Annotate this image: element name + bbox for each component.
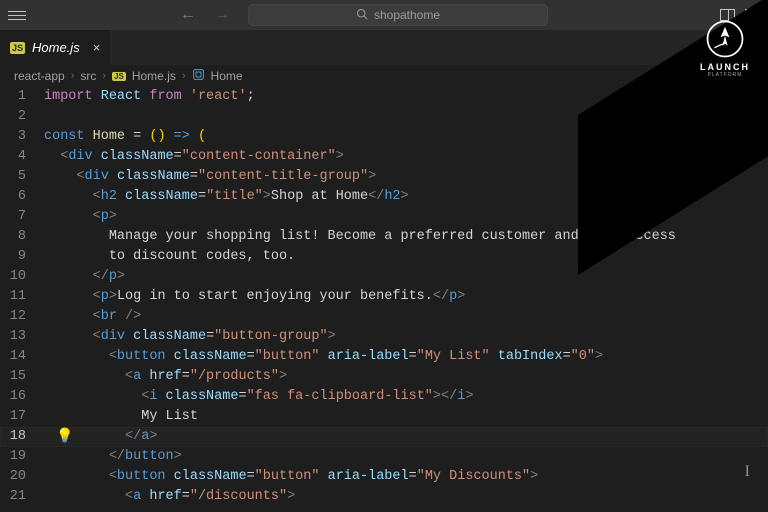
crumb-file[interactable]: Home.js xyxy=(132,69,176,83)
line-number: 14 xyxy=(0,347,44,367)
corner-sublabel: PLATFORM xyxy=(700,72,750,78)
js-file-icon: JS xyxy=(112,72,126,81)
tab-filename: Home.js xyxy=(32,40,80,55)
line-number: 2 xyxy=(0,107,44,127)
title-bar: ← → shopathome xyxy=(0,0,768,30)
chevron-right-icon: › xyxy=(182,70,186,82)
search-icon xyxy=(356,8,368,23)
line-number: 19 xyxy=(0,447,44,467)
line-number: 4 xyxy=(0,147,44,167)
tab-home-js[interactable]: JS Home.js × xyxy=(0,30,111,65)
command-center-search[interactable]: shopathome xyxy=(248,4,548,26)
line-number: 8 xyxy=(0,227,44,247)
line-number: 1 xyxy=(0,87,44,107)
js-file-icon: JS xyxy=(10,42,25,54)
chevron-right-icon: › xyxy=(71,70,75,82)
nav-back-icon[interactable]: ← xyxy=(180,7,196,23)
close-icon[interactable]: × xyxy=(93,40,101,55)
crumb-folder[interactable]: react-app xyxy=(14,69,65,83)
line-number: 7 xyxy=(0,207,44,227)
line-number: 20 xyxy=(0,467,44,487)
hamburger-menu-icon[interactable] xyxy=(8,11,26,20)
line-number: 3 xyxy=(0,127,44,147)
symbol-icon xyxy=(192,68,205,84)
nav-forward-icon[interactable]: → xyxy=(214,7,230,23)
crumb-folder[interactable]: src xyxy=(80,69,96,83)
line-number: 15 xyxy=(0,367,44,387)
tab-bar: JS Home.js × xyxy=(0,30,768,65)
corner-badge: LAUNCH PLATFORM xyxy=(700,18,750,78)
corner-label: LAUNCH xyxy=(700,62,750,72)
line-number: 12 xyxy=(0,307,44,327)
rocket-icon xyxy=(700,18,750,60)
text-cursor-icon: I xyxy=(745,462,750,482)
line-number: 10 xyxy=(0,267,44,287)
line-number: 21 xyxy=(0,487,44,507)
line-number: 17 xyxy=(0,407,44,427)
line-number: 9 xyxy=(0,247,44,267)
crumb-symbol[interactable]: Home xyxy=(211,69,243,83)
chevron-right-icon: › xyxy=(102,70,106,82)
line-number: 18 xyxy=(0,427,44,447)
search-text: shopathome xyxy=(374,8,440,22)
line-number: 16 xyxy=(0,387,44,407)
line-number: 5 xyxy=(0,167,44,187)
nav-arrows: ← → xyxy=(180,7,230,23)
line-number: 6 xyxy=(0,187,44,207)
line-number: 11 xyxy=(0,287,44,307)
line-number: 13 xyxy=(0,327,44,347)
